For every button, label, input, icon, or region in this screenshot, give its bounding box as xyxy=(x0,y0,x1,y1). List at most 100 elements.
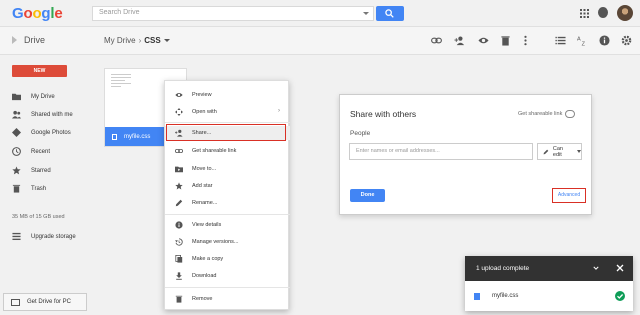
chevron-right-icon: › xyxy=(138,36,142,45)
sidebar-item-trash[interactable]: Trash xyxy=(12,183,46,194)
upload-header: 1 upload complete xyxy=(465,256,633,281)
get-drive-button[interactable]: Get Drive for PC xyxy=(3,293,87,311)
sidebar-item-label: Shared with me xyxy=(31,111,73,118)
photos-icon xyxy=(12,128,21,137)
logo-letter: G xyxy=(12,5,24,22)
upload-item[interactable]: myfile.css xyxy=(465,281,633,311)
share-highlight-box xyxy=(166,124,286,141)
breadcrumb-current[interactable]: CSS xyxy=(144,36,160,45)
my-drive-icon xyxy=(12,92,21,101)
sort-az-icon[interactable]: AZ xyxy=(577,35,588,47)
info-icon xyxy=(175,221,183,229)
drive-navbar: Drive My Drive › CSS xyxy=(0,27,640,55)
share-dialog: Share with others Get shareable link Peo… xyxy=(339,94,592,215)
add-person-icon[interactable] xyxy=(454,35,465,46)
trash-icon[interactable] xyxy=(500,35,511,46)
notifications-icon[interactable] xyxy=(598,7,608,18)
menu-item-add-star[interactable]: Add star xyxy=(165,179,290,193)
permission-dropdown[interactable]: Can edit xyxy=(537,143,582,160)
settings-icon[interactable] xyxy=(621,35,632,46)
clock-icon xyxy=(12,147,21,156)
top-header: Google Search Drive xyxy=(0,0,640,27)
menu-item-view-details[interactable]: View details xyxy=(165,218,290,232)
logo-letter: o xyxy=(32,5,42,22)
people-input[interactable]: Enter names or email addresses... xyxy=(349,143,533,160)
file-icon xyxy=(474,292,480,300)
chevron-down-icon[interactable] xyxy=(593,265,599,271)
upload-status: 1 upload complete xyxy=(476,265,530,272)
upgrade-storage-label: Upgrade storage xyxy=(31,233,76,240)
star-icon xyxy=(175,182,183,190)
advanced-link[interactable]: Advanced xyxy=(552,188,586,203)
menu-item-get-link[interactable]: Get shareable link xyxy=(165,144,290,158)
sidebar-item-photos[interactable]: Google Photos xyxy=(12,127,71,138)
star-icon xyxy=(12,166,21,175)
computer-icon xyxy=(11,298,20,306)
more-vert-icon[interactable] xyxy=(520,35,531,46)
avatar[interactable] xyxy=(617,5,633,21)
menu-item-label: Preview xyxy=(192,92,212,98)
sidebar-item-starred[interactable]: Starred xyxy=(12,165,51,176)
logo-letter: e xyxy=(54,5,63,22)
sidebar-item-label: Starred xyxy=(31,167,51,174)
shareable-link-label: Get shareable link xyxy=(518,111,563,117)
file-thumbnail xyxy=(111,74,131,89)
pencil-icon xyxy=(175,199,183,207)
info-icon[interactable] xyxy=(599,35,610,46)
menu-item-label: Rename... xyxy=(192,200,218,206)
svg-text:Z: Z xyxy=(582,42,586,46)
search-input[interactable]: Search Drive xyxy=(92,6,374,21)
eye-icon[interactable] xyxy=(478,35,489,46)
link-icon[interactable] xyxy=(431,35,442,46)
sidebar-item-label: Recent xyxy=(31,148,51,155)
google-logo[interactable]: Google xyxy=(12,5,63,22)
context-menu: Preview Open with › Share... Get shareabl… xyxy=(164,80,290,310)
menu-item-move-to[interactable]: Move to... xyxy=(165,162,290,176)
menu-item-rename[interactable]: Rename... xyxy=(165,196,290,210)
breadcrumb-my-drive[interactable]: My Drive xyxy=(104,36,136,45)
chevron-down-icon xyxy=(577,150,581,153)
menu-item-label: Manage versions... xyxy=(192,239,239,245)
people-label: People xyxy=(350,130,371,137)
search-options-icon[interactable] xyxy=(363,12,369,15)
list-view-icon[interactable] xyxy=(555,35,566,46)
close-icon[interactable] xyxy=(616,264,624,272)
menu-item-make-copy[interactable]: Make a copy xyxy=(165,252,290,266)
storage-usage: 35 MB of 15 GB used xyxy=(12,214,65,220)
new-button[interactable]: NEW xyxy=(12,65,67,77)
sidebar-item-recent[interactable]: Recent xyxy=(12,146,50,157)
file-name: myfile.css xyxy=(124,133,151,140)
menu-item-label: Download xyxy=(192,273,217,279)
move-arrows-icon xyxy=(175,108,183,116)
get-shareable-link-toggle[interactable]: Get shareable link xyxy=(518,110,576,118)
logo-letter: o xyxy=(23,5,33,22)
storage-icon xyxy=(12,232,21,241)
submenu-arrow-icon: › xyxy=(278,108,280,114)
chevron-down-icon[interactable] xyxy=(163,39,170,42)
svg-text:A: A xyxy=(577,37,581,43)
history-icon xyxy=(175,238,183,246)
breadcrumb: My Drive › CSS xyxy=(104,36,170,45)
menu-item-manage-versions[interactable]: Manage versions... xyxy=(165,235,290,249)
sidebar-item-my-drive[interactable]: My Drive xyxy=(12,91,55,102)
logo-letter: g xyxy=(41,5,51,22)
upgrade-storage-link[interactable]: Upgrade storage xyxy=(12,231,76,242)
apps-grid-icon[interactable] xyxy=(580,9,589,18)
search-button[interactable] xyxy=(376,6,404,21)
trash-icon xyxy=(12,184,21,193)
menu-item-download[interactable]: Download xyxy=(165,269,290,283)
done-button[interactable]: Done xyxy=(350,189,385,202)
share-dialog-title: Share with others xyxy=(350,109,417,119)
sidebar-item-shared[interactable]: Shared with me xyxy=(12,109,73,120)
menu-item-remove[interactable]: Remove xyxy=(165,292,290,306)
check-circle-icon xyxy=(615,291,625,301)
link-icon xyxy=(565,110,576,118)
upload-file-name: myfile.css xyxy=(492,293,519,299)
link-icon xyxy=(175,147,183,155)
menu-item-open-with[interactable]: Open with › xyxy=(165,105,290,119)
menu-item-preview[interactable]: Preview xyxy=(165,88,290,102)
menu-item-label: Make a copy xyxy=(192,256,224,262)
menu-item-label: Add star xyxy=(192,183,213,189)
search-placeholder: Search Drive xyxy=(99,9,140,16)
sidebar-item-label: Google Photos xyxy=(31,129,71,136)
